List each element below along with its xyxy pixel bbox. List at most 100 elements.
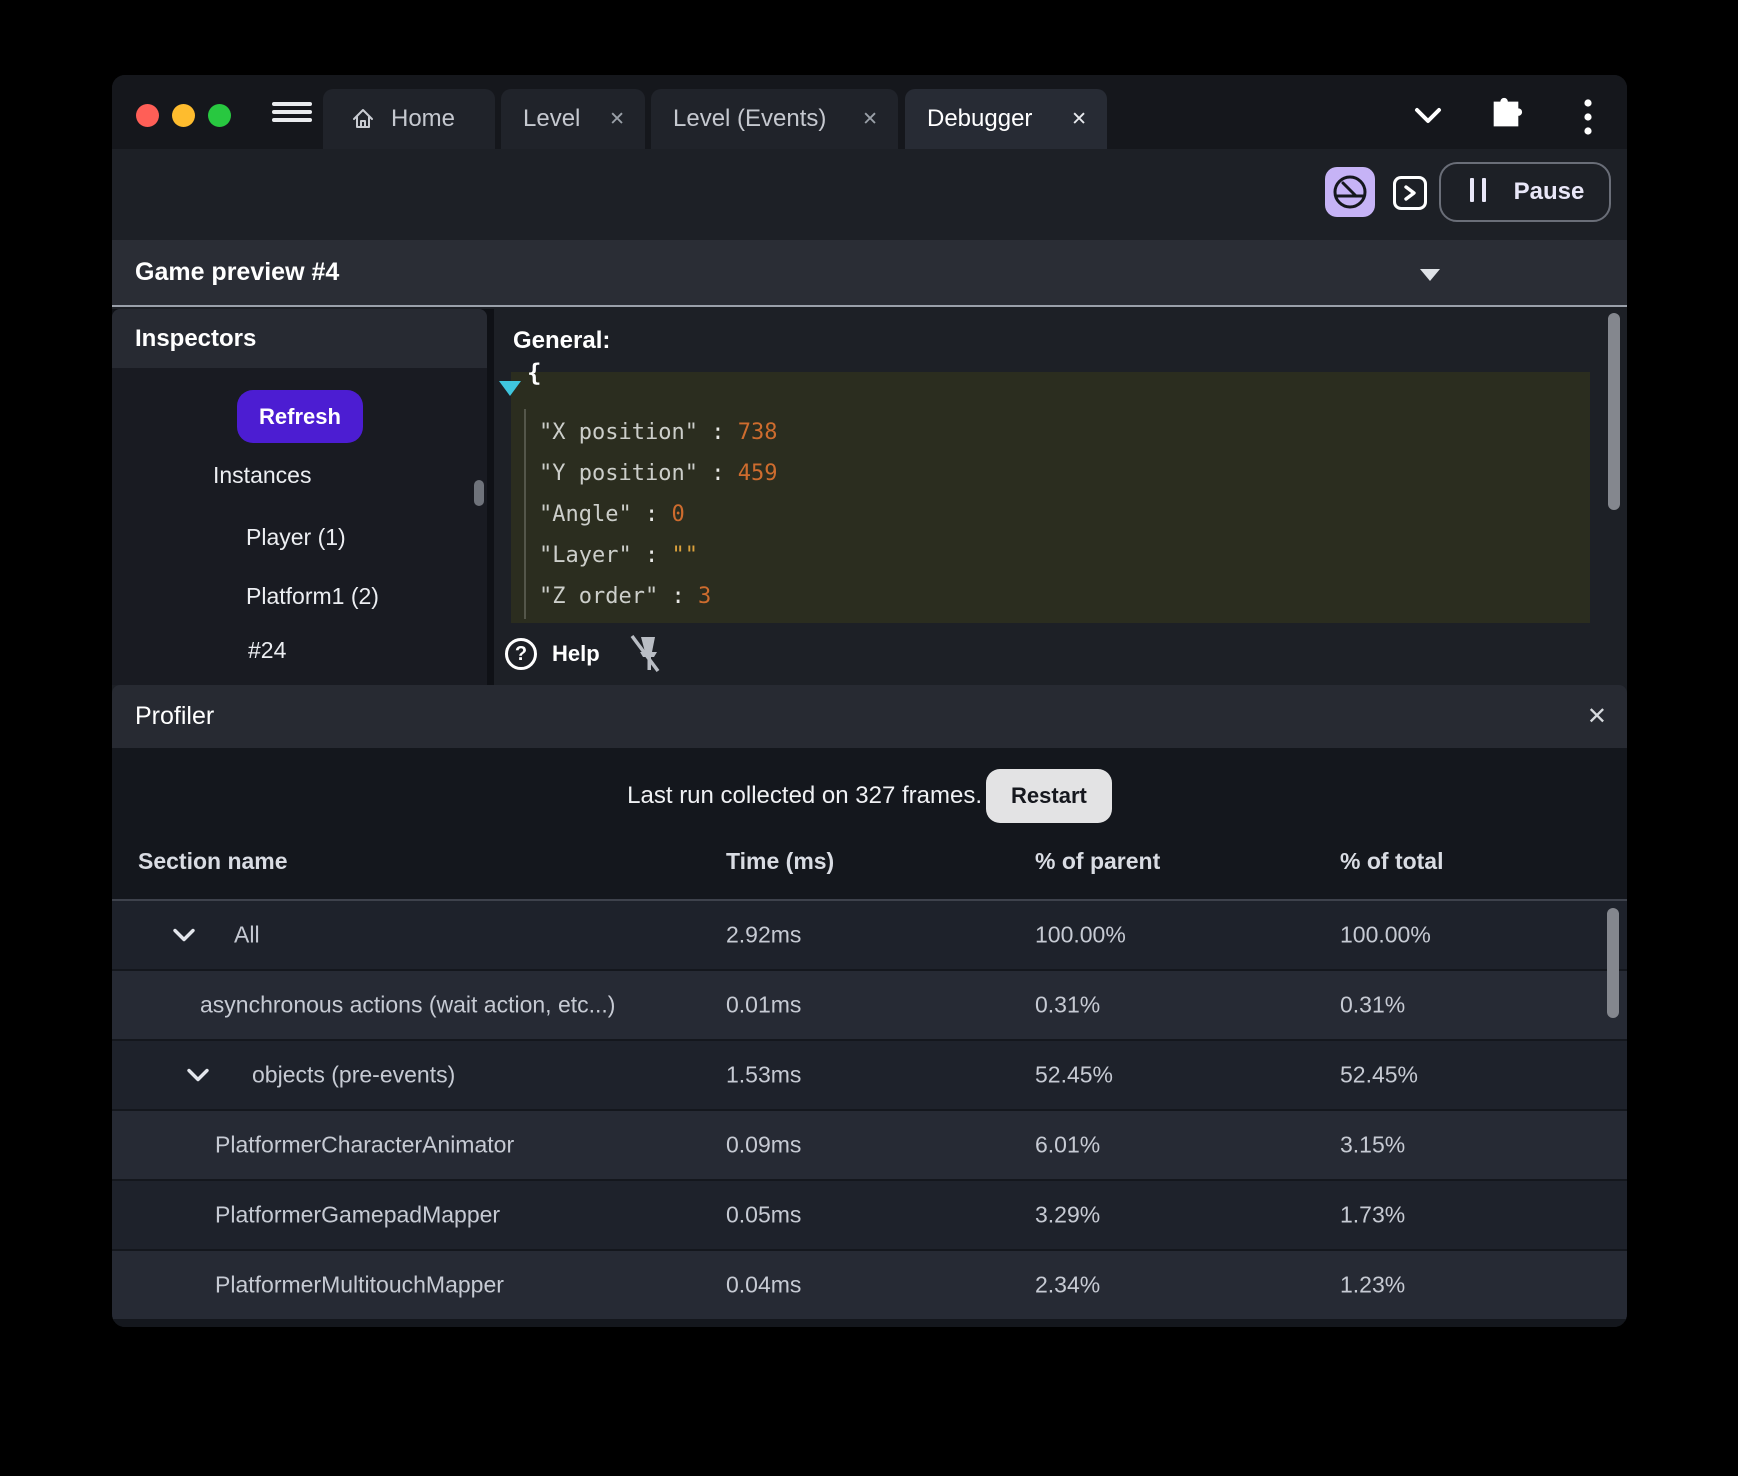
time-ms: 2.92ms: [726, 921, 802, 948]
percent-of-total: 1.73%: [1340, 1201, 1406, 1228]
collapse-caret-icon[interactable]: [1420, 269, 1440, 281]
time-ms: 0.01ms: [726, 991, 802, 1018]
window-zoom-button[interactable]: [208, 104, 231, 127]
gauge-icon: [1333, 175, 1367, 209]
pause-icon: [1466, 177, 1490, 207]
column-time: Time (ms): [726, 848, 835, 874]
percent-of-total: 3.15%: [1340, 1131, 1406, 1158]
inspectors-panel: Inspectors Refresh Instances Player (1) …: [112, 309, 487, 685]
tab-label: Level (Events): [673, 105, 827, 132]
inspectors-title: Inspectors: [135, 325, 257, 352]
menu-hamburger-icon[interactable]: [272, 102, 312, 123]
pause-button[interactable]: Pause: [1439, 162, 1611, 222]
general-panel: General: { "X position" : 738 "Y positio…: [494, 309, 1627, 685]
table-row[interactable]: All 2.92ms 100.00% 100.00%: [112, 901, 1627, 971]
inspectors-header: Inspectors: [112, 309, 487, 368]
console-button[interactable]: [1393, 176, 1427, 210]
profiler-status-row: Last run collected on 327 frames. Restar…: [112, 769, 1627, 823]
table-row[interactable]: PlatformerGamepadMapper 0.05ms 3.29% 1.7…: [112, 1181, 1627, 1251]
debugger-panels: Inspectors Refresh Instances Player (1) …: [112, 309, 1627, 685]
extensions-puzzle-icon[interactable]: [1488, 95, 1524, 133]
time-ms: 1.53ms: [726, 1061, 802, 1088]
time-ms: 0.04ms: [726, 1271, 802, 1298]
help-row: ? Help: [505, 634, 662, 674]
general-title: General:: [513, 327, 611, 354]
chevron-down-icon[interactable]: [186, 1068, 210, 1083]
profiler-close-icon[interactable]: ✕: [1587, 685, 1607, 748]
section-name: PlatformerGamepadMapper: [215, 1201, 501, 1228]
json-line: "X position" : 738: [539, 420, 778, 445]
percent-of-parent: 52.45%: [1035, 1061, 1114, 1088]
percent-of-total: 0.31%: [1340, 991, 1406, 1018]
refresh-button[interactable]: Refresh: [237, 390, 363, 443]
chevron-down-icon[interactable]: [1413, 106, 1443, 125]
profiler-status-text: Last run collected on 327 frames.: [627, 782, 983, 809]
json-line: "Angle" : 0: [539, 502, 685, 527]
restart-button[interactable]: Restart: [986, 769, 1112, 823]
inspector-item-player[interactable]: Player (1): [246, 524, 346, 551]
help-icon[interactable]: ?: [505, 638, 537, 670]
percent-of-parent: 100.00%: [1035, 921, 1126, 948]
json-line: "Layer" : "": [539, 543, 698, 568]
column-percent-parent: % of parent: [1035, 848, 1161, 874]
table-row[interactable]: PlatformerCharacterAnimator 0.09ms 6.01%…: [112, 1111, 1627, 1181]
help-label[interactable]: Help: [552, 641, 600, 667]
tab-close-icon[interactable]: ✕: [609, 108, 625, 131]
tab-close-icon[interactable]: ✕: [862, 108, 878, 131]
profiler-toggle-button[interactable]: [1325, 167, 1375, 217]
inspector-item-24[interactable]: #24: [248, 637, 286, 664]
tab-label: Level: [523, 105, 581, 132]
table-row[interactable]: objects (pre-events) 1.53ms 52.45% 52.45…: [112, 1041, 1627, 1111]
json-line: "Y position" : 459: [539, 461, 778, 486]
general-scrollbar[interactable]: [1608, 313, 1620, 510]
table-row[interactable]: PlatformerMultitouchMapper 0.04ms 2.34% …: [112, 1251, 1627, 1321]
section-name: PlatformerMultitouchMapper: [215, 1271, 504, 1298]
section-name: All: [234, 921, 260, 948]
time-ms: 0.05ms: [726, 1201, 802, 1228]
json-indent-guide: [524, 409, 526, 619]
profiler-body: Last run collected on 327 frames. Restar…: [112, 748, 1627, 1327]
game-preview-title: Game preview #4: [135, 258, 340, 286]
json-collapse-caret-icon[interactable]: [499, 381, 521, 396]
window-minimize-button[interactable]: [172, 104, 195, 127]
percent-of-parent: 6.01%: [1035, 1131, 1101, 1158]
tab-debugger[interactable]: Debugger ✕: [905, 89, 1107, 149]
tab-close-icon[interactable]: ✕: [1071, 108, 1087, 131]
percent-of-parent: 3.29%: [1035, 1201, 1101, 1228]
percent-of-total: 52.45%: [1340, 1061, 1419, 1088]
profiler-header: Profiler ✕: [112, 685, 1627, 748]
game-preview-header[interactable]: Game preview #4: [112, 240, 1627, 307]
profiler-title: Profiler: [135, 702, 215, 730]
section-name: PlatformerCharacterAnimator: [215, 1131, 515, 1158]
tab-label: Home: [391, 105, 456, 132]
app-window: Home Level ✕ Level (Events) ✕ Debugger ✕: [112, 75, 1627, 1327]
table-row[interactable]: asynchronous actions (wait action, etc..…: [112, 971, 1627, 1041]
profiler-scrollbar[interactable]: [1607, 908, 1619, 1018]
tab-home[interactable]: Home: [323, 89, 495, 149]
chevron-right-icon: [1404, 185, 1416, 201]
debugger-toolbar: Pause: [112, 149, 1627, 240]
percent-of-parent: 0.31%: [1035, 991, 1101, 1018]
tab-level[interactable]: Level ✕: [501, 89, 645, 149]
percent-of-total: 1.23%: [1340, 1271, 1406, 1298]
inspector-item-platform1[interactable]: Platform1 (2): [246, 583, 379, 610]
window-close-button[interactable]: [136, 104, 159, 127]
percent-of-parent: 2.34%: [1035, 1271, 1101, 1298]
pause-label: Pause: [1513, 178, 1585, 205]
column-section-name: Section name: [138, 848, 288, 874]
json-line: "Z order" : 3: [539, 584, 712, 609]
pin-off-icon[interactable]: [626, 634, 662, 674]
tab-label: Debugger: [927, 105, 1033, 132]
time-ms: 0.09ms: [726, 1131, 802, 1158]
column-percent-total: % of total: [1340, 848, 1444, 874]
home-icon: [353, 109, 373, 128]
json-open-brace: {: [527, 359, 542, 387]
inspector-item-instances[interactable]: Instances: [213, 462, 311, 489]
tab-level-events[interactable]: Level (Events) ✕: [651, 89, 898, 149]
chevron-down-icon[interactable]: [172, 928, 196, 943]
table-header: Section name Time (ms) % of parent % of …: [112, 848, 1627, 876]
percent-of-total: 100.00%: [1340, 921, 1431, 948]
section-name: asynchronous actions (wait action, etc..…: [200, 991, 616, 1018]
kebab-menu-icon[interactable]: [1581, 97, 1595, 137]
inspectors-scrollbar[interactable]: [474, 480, 484, 506]
